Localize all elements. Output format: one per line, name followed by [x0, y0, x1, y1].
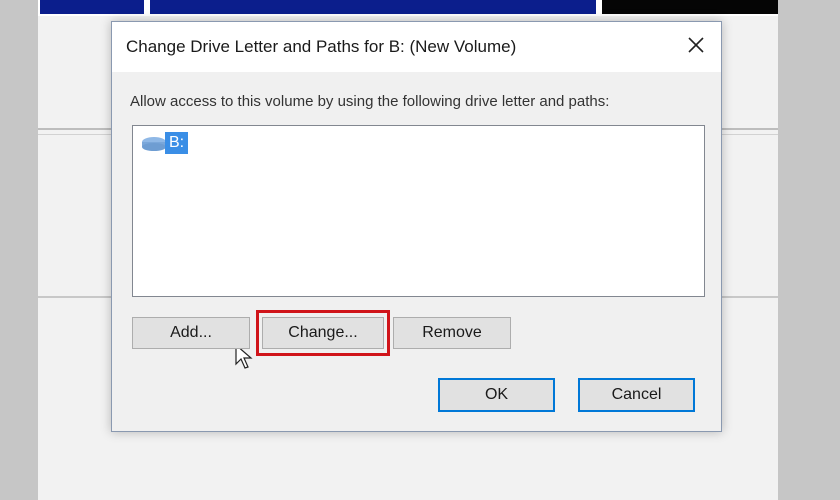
drive-paths-listbox[interactable]: B: [132, 125, 705, 369]
change-drive-letter-dialog: Change Drive Letter and Paths for B: (Ne… [111, 21, 722, 432]
ok-button[interactable]: OK [438, 378, 555, 412]
background-right-bar [778, 0, 840, 500]
instruction-text: Allow access to this volume by using the… [130, 93, 610, 110]
highlight-box [256, 310, 390, 356]
list-item-drive-b[interactable]: B: [141, 132, 189, 154]
disk-partition-block [40, 0, 144, 14]
remove-button[interactable]: Remove [393, 317, 511, 349]
dialog-titlebar[interactable]: Change Drive Letter and Paths for B: (Ne… [112, 22, 721, 72]
add-button[interactable]: Add... [132, 317, 250, 349]
background-left-bar [0, 0, 38, 500]
close-button[interactable] [685, 34, 707, 56]
disk-partition-block [150, 0, 596, 14]
disk-unallocated-block [602, 0, 778, 14]
drive-icon [142, 137, 166, 151]
list-item-label: B: [165, 132, 189, 154]
cancel-button[interactable]: Cancel [578, 378, 695, 412]
close-icon [688, 37, 704, 53]
dialog-title: Change Drive Letter and Paths for B: (Ne… [126, 37, 517, 56]
